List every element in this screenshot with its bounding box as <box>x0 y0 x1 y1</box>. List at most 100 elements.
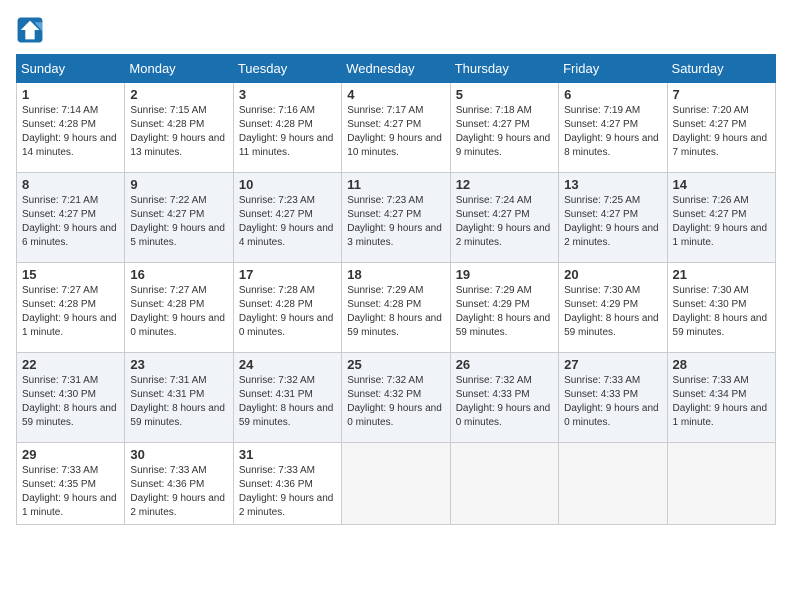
calendar-cell: 19 Sunrise: 7:29 AMSunset: 4:29 PMDayligh… <box>450 263 558 353</box>
weekday-row: SundayMondayTuesdayWednesdayThursdayFrid… <box>17 55 776 83</box>
calendar-cell: 10Sunrise: 7:23 AMSunset: 4:27 PMDayligh… <box>233 173 341 263</box>
calendar-cell: 20 Sunrise: 7:30 AMSunset: 4:29 PMDayligh… <box>559 263 667 353</box>
calendar-cell: 3Sunrise: 7:16 AMSunset: 4:28 PMDaylight… <box>233 83 341 173</box>
day-number: 27 <box>564 357 661 372</box>
calendar-cell: 6 Sunrise: 7:19 AMSunset: 4:27 PMDaylight… <box>559 83 667 173</box>
calendar-cell: 22 Sunrise: 7:31 AMSunset: 4:30 PMDayligh… <box>17 353 125 443</box>
day-number: 17 <box>239 267 336 282</box>
calendar-cell: 27 Sunrise: 7:33 AMSunset: 4:33 PMDayligh… <box>559 353 667 443</box>
day-info: Sunrise: 7:32 AMSunset: 4:32 PMDaylight:… <box>347 374 444 430</box>
day-info: Sunrise: 7:23 AMSunset: 4:27 PMDaylight:… <box>347 194 444 250</box>
calendar-week-row: 29 Sunrise: 7:33 AMSunset: 4:35 PMDayligh… <box>17 443 776 525</box>
calendar-week-row: 15 Sunrise: 7:27 AMSunset: 4:28 PMDayligh… <box>17 263 776 353</box>
day-number: 13 <box>564 177 661 192</box>
day-number: 11 <box>347 177 444 192</box>
calendar-cell <box>450 443 558 525</box>
day-info: Sunrise: 7:22 AMSunset: 4:27 PMDaylight:… <box>130 194 227 250</box>
calendar-cell: 25 Sunrise: 7:32 AMSunset: 4:32 PMDayligh… <box>342 353 450 443</box>
day-number: 18 <box>347 267 444 282</box>
calendar-table: SundayMondayTuesdayWednesdayThursdayFrid… <box>16 54 776 525</box>
day-info: Sunrise: 7:15 AMSunset: 4:28 PMDaylight:… <box>130 104 227 160</box>
calendar-cell: 28 Sunrise: 7:33 AMSunset: 4:34 PMDayligh… <box>667 353 775 443</box>
calendar-cell: 31 Sunrise: 7:33 AMSunset: 4:36 PMDayligh… <box>233 443 341 525</box>
day-info: Sunrise: 7:20 AMSunset: 4:27 PMDaylight:… <box>673 104 770 160</box>
day-number: 20 <box>564 267 661 282</box>
day-number: 14 <box>673 177 770 192</box>
day-info: Sunrise: 7:29 AMSunset: 4:28 PMDaylight:… <box>347 284 444 340</box>
day-info: Sunrise: 7:17 AMSunset: 4:27 PMDaylight:… <box>347 104 444 160</box>
day-number: 26 <box>456 357 553 372</box>
day-info: Sunrise: 7:33 AMSunset: 4:33 PMDaylight:… <box>564 374 661 430</box>
day-info: Sunrise: 7:28 AMSunset: 4:28 PMDaylight:… <box>239 284 336 340</box>
weekday-header: Friday <box>559 55 667 83</box>
day-number: 29 <box>22 447 119 462</box>
calendar-header: SundayMondayTuesdayWednesdayThursdayFrid… <box>17 55 776 83</box>
weekday-header: Sunday <box>17 55 125 83</box>
day-info: Sunrise: 7:26 AMSunset: 4:27 PMDaylight:… <box>673 194 770 250</box>
day-number: 22 <box>22 357 119 372</box>
day-number: 21 <box>673 267 770 282</box>
day-number: 24 <box>239 357 336 372</box>
day-info: Sunrise: 7:16 AMSunset: 4:28 PMDaylight:… <box>239 104 336 160</box>
day-number: 28 <box>673 357 770 372</box>
day-info: Sunrise: 7:30 AMSunset: 4:29 PMDaylight:… <box>564 284 661 340</box>
calendar-cell: 2Sunrise: 7:15 AMSunset: 4:28 PMDaylight… <box>125 83 233 173</box>
page-header <box>16 16 776 44</box>
calendar-week-row: 1 Sunrise: 7:14 AMSunset: 4:28 PMDaylight… <box>17 83 776 173</box>
calendar-cell: 13 Sunrise: 7:25 AMSunset: 4:27 PMDayligh… <box>559 173 667 263</box>
day-number: 1 <box>22 87 119 102</box>
day-number: 16 <box>130 267 227 282</box>
calendar-cell: 12Sunrise: 7:24 AMSunset: 4:27 PMDayligh… <box>450 173 558 263</box>
weekday-header: Wednesday <box>342 55 450 83</box>
day-info: Sunrise: 7:19 AMSunset: 4:27 PMDaylight:… <box>564 104 661 160</box>
calendar-cell: 1 Sunrise: 7:14 AMSunset: 4:28 PMDaylight… <box>17 83 125 173</box>
calendar-cell <box>559 443 667 525</box>
day-info: Sunrise: 7:18 AMSunset: 4:27 PMDaylight:… <box>456 104 553 160</box>
calendar-cell: 18 Sunrise: 7:29 AMSunset: 4:28 PMDayligh… <box>342 263 450 353</box>
calendar-cell: 11 Sunrise: 7:23 AMSunset: 4:27 PMDayligh… <box>342 173 450 263</box>
calendar-cell: 8 Sunrise: 7:21 AMSunset: 4:27 PMDaylight… <box>17 173 125 263</box>
day-info: Sunrise: 7:23 AMSunset: 4:27 PMDaylight:… <box>239 194 336 250</box>
calendar-cell: 26 Sunrise: 7:32 AMSunset: 4:33 PMDayligh… <box>450 353 558 443</box>
day-info: Sunrise: 7:21 AMSunset: 4:27 PMDaylight:… <box>22 194 119 250</box>
day-number: 8 <box>22 177 119 192</box>
weekday-header: Thursday <box>450 55 558 83</box>
day-info: Sunrise: 7:32 AMSunset: 4:31 PMDaylight:… <box>239 374 336 430</box>
day-number: 31 <box>239 447 336 462</box>
weekday-header: Tuesday <box>233 55 341 83</box>
day-number: 4 <box>347 87 444 102</box>
calendar-cell: 4 Sunrise: 7:17 AMSunset: 4:27 PMDaylight… <box>342 83 450 173</box>
weekday-header: Saturday <box>667 55 775 83</box>
day-info: Sunrise: 7:31 AMSunset: 4:31 PMDaylight:… <box>130 374 227 430</box>
logo-icon <box>16 16 44 44</box>
day-number: 6 <box>564 87 661 102</box>
day-info: Sunrise: 7:32 AMSunset: 4:33 PMDaylight:… <box>456 374 553 430</box>
calendar-cell: 5 Sunrise: 7:18 AMSunset: 4:27 PMDaylight… <box>450 83 558 173</box>
day-info: Sunrise: 7:29 AMSunset: 4:29 PMDaylight:… <box>456 284 553 340</box>
day-info: Sunrise: 7:25 AMSunset: 4:27 PMDaylight:… <box>564 194 661 250</box>
day-number: 30 <box>130 447 227 462</box>
day-info: Sunrise: 7:27 AMSunset: 4:28 PMDaylight:… <box>130 284 227 340</box>
day-number: 23 <box>130 357 227 372</box>
weekday-header: Monday <box>125 55 233 83</box>
calendar-cell: 24 Sunrise: 7:32 AMSunset: 4:31 PMDayligh… <box>233 353 341 443</box>
day-info: Sunrise: 7:30 AMSunset: 4:30 PMDaylight:… <box>673 284 770 340</box>
calendar-cell: 21 Sunrise: 7:30 AMSunset: 4:30 PMDayligh… <box>667 263 775 353</box>
day-info: Sunrise: 7:14 AMSunset: 4:28 PMDaylight:… <box>22 104 119 160</box>
day-info: Sunrise: 7:24 AMSunset: 4:27 PMDaylight:… <box>456 194 553 250</box>
day-number: 25 <box>347 357 444 372</box>
day-info: Sunrise: 7:33 AMSunset: 4:34 PMDaylight:… <box>673 374 770 430</box>
calendar-cell: 29 Sunrise: 7:33 AMSunset: 4:35 PMDayligh… <box>17 443 125 525</box>
day-info: Sunrise: 7:33 AMSunset: 4:36 PMDaylight:… <box>239 464 336 520</box>
calendar-cell: 23 Sunrise: 7:31 AMSunset: 4:31 PMDayligh… <box>125 353 233 443</box>
day-info: Sunrise: 7:33 AMSunset: 4:35 PMDaylight:… <box>22 464 119 520</box>
day-info: Sunrise: 7:31 AMSunset: 4:30 PMDaylight:… <box>22 374 119 430</box>
calendar-cell: 9Sunrise: 7:22 AMSunset: 4:27 PMDaylight… <box>125 173 233 263</box>
calendar-cell: 7Sunrise: 7:20 AMSunset: 4:27 PMDaylight… <box>667 83 775 173</box>
day-number: 5 <box>456 87 553 102</box>
day-number: 15 <box>22 267 119 282</box>
calendar-cell: 14 Sunrise: 7:26 AMSunset: 4:27 PMDayligh… <box>667 173 775 263</box>
calendar-body: 1 Sunrise: 7:14 AMSunset: 4:28 PMDaylight… <box>17 83 776 525</box>
day-number: 19 <box>456 267 553 282</box>
calendar-cell: 16 Sunrise: 7:27 AMSunset: 4:28 PMDayligh… <box>125 263 233 353</box>
